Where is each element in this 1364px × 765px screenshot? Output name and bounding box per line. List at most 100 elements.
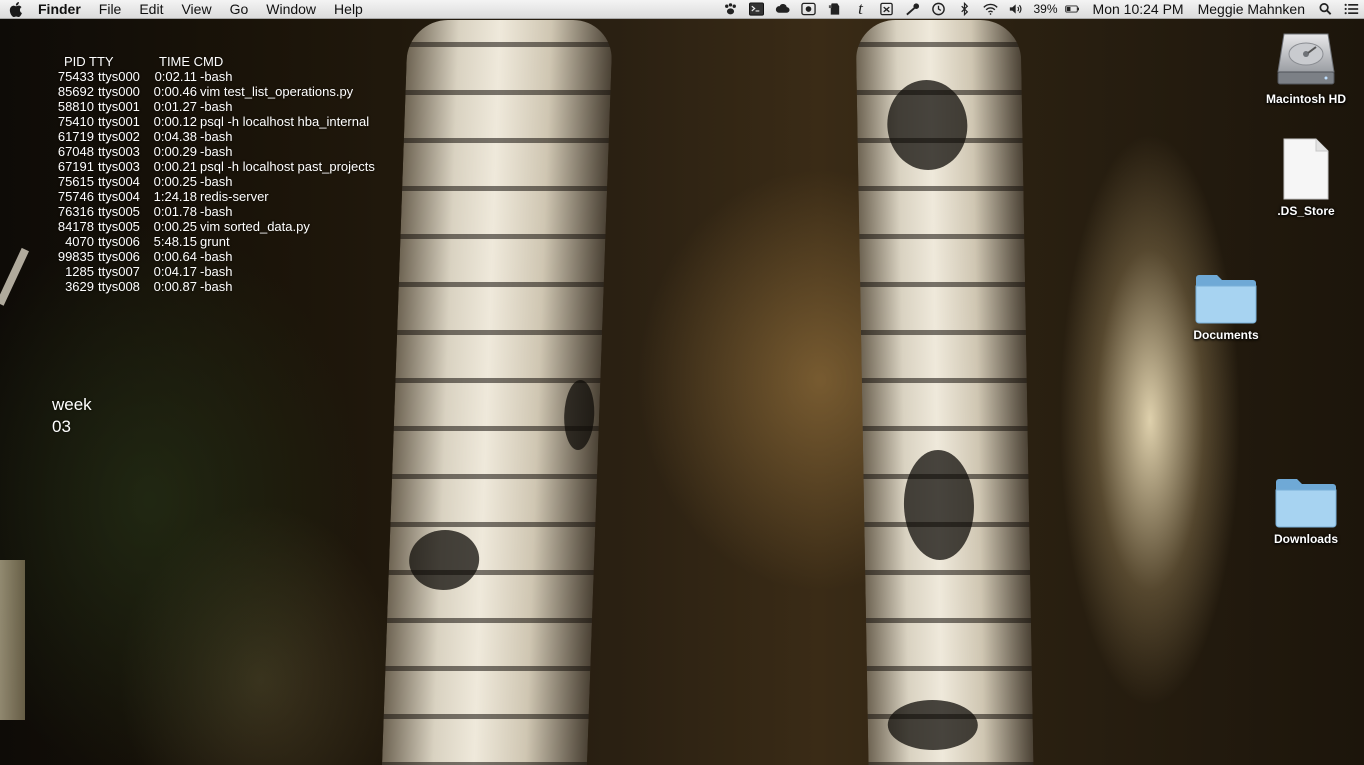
header-time-cmd: TIME CMD bbox=[159, 54, 224, 69]
process-cmd: vim test_list_operations.py bbox=[200, 84, 354, 99]
process-pid: 61719 bbox=[57, 129, 94, 144]
folder-icon bbox=[1251, 466, 1361, 528]
process-pid: 75615 bbox=[57, 174, 94, 189]
terminal-icon[interactable] bbox=[747, 0, 767, 18]
process-row: 67191 ttys003 0:00.21 psql -h localhost pas… bbox=[56, 159, 375, 174]
process-cmd: -bash bbox=[200, 249, 233, 264]
process-pid: 4070 bbox=[65, 234, 94, 249]
bluetooth-icon[interactable] bbox=[955, 0, 975, 18]
menu-help[interactable]: Help bbox=[325, 0, 372, 18]
process-cmd: -bash bbox=[200, 69, 233, 84]
process-tty: ttys001 bbox=[98, 114, 140, 129]
process-row: 61719 ttys002 0:04.38 -bash bbox=[56, 129, 375, 144]
process-tty: ttys000 bbox=[98, 84, 140, 99]
process-row: 4070 ttys006 5:48.15 grunt bbox=[56, 234, 375, 249]
time-machine-icon[interactable] bbox=[929, 0, 949, 18]
typewriter-t-icon[interactable]: t bbox=[851, 0, 871, 18]
week-number: 03 bbox=[52, 417, 71, 436]
menu-go[interactable]: Go bbox=[221, 0, 258, 18]
wallpaper-sliver bbox=[0, 560, 25, 720]
process-pid: 67191 bbox=[57, 159, 94, 174]
process-tty: ttys006 bbox=[98, 234, 140, 249]
process-list-widget: PID TTY TIME CMD 75433 ttys000 0:02.11 -bas… bbox=[56, 54, 375, 294]
process-cmd: -bash bbox=[200, 99, 233, 114]
process-pid: 85692 bbox=[57, 84, 94, 99]
process-time: 0:00.46 bbox=[153, 84, 197, 99]
process-row: 1285 ttys007 0:04.17 -bash bbox=[56, 264, 375, 279]
process-cmd: psql -h localhost hba_internal bbox=[200, 114, 370, 129]
process-pid: 1285 bbox=[65, 264, 94, 279]
week-label: week bbox=[52, 395, 92, 414]
battery-icon[interactable] bbox=[1063, 0, 1083, 18]
desktop-icon-label: Macintosh HD bbox=[1265, 92, 1346, 106]
wifi-icon[interactable] bbox=[981, 0, 1001, 18]
cloud-icon[interactable] bbox=[773, 0, 793, 18]
hard-drive-icon bbox=[1251, 28, 1361, 88]
process-time: 0:00.25 bbox=[153, 174, 197, 189]
menu-window[interactable]: Window bbox=[257, 0, 325, 18]
desktop-icon-downloads[interactable]: Downloads bbox=[1251, 466, 1361, 546]
process-time: 0:00.29 bbox=[153, 144, 197, 159]
status-tray: t 39% Mon 10:24 PM Meggie Mahnken bbox=[718, 0, 1364, 18]
evernote-icon[interactable] bbox=[825, 0, 845, 18]
key-icon[interactable] bbox=[903, 0, 923, 18]
desktop-icon-ds-store[interactable]: .DS_Store bbox=[1251, 136, 1361, 218]
process-tty: ttys008 bbox=[98, 279, 140, 294]
process-time: 0:00.12 bbox=[153, 114, 197, 129]
process-pid: 99835 bbox=[57, 249, 94, 264]
menu-view[interactable]: View bbox=[172, 0, 220, 18]
process-tty: ttys000 bbox=[98, 69, 140, 84]
process-tty: ttys004 bbox=[98, 174, 140, 189]
process-cmd: vim sorted_data.py bbox=[200, 219, 310, 234]
spotlight-search-icon[interactable] bbox=[1315, 0, 1335, 18]
process-row: 84178 ttys005 0:00.25 vim sorted_data.py bbox=[56, 219, 375, 234]
process-tty: ttys004 bbox=[98, 189, 140, 204]
process-row: 75615 ttys004 0:00.25 -bash bbox=[56, 174, 375, 189]
process-row: 67048 ttys003 0:00.29 -bash bbox=[56, 144, 375, 159]
process-cmd: -bash bbox=[200, 204, 233, 219]
process-pid: 58810 bbox=[57, 99, 94, 114]
process-tty: ttys006 bbox=[98, 249, 140, 264]
process-cmd: grunt bbox=[200, 234, 230, 249]
process-tty: ttys002 bbox=[98, 129, 140, 144]
birch-trunk-right bbox=[855, 20, 1034, 765]
record-icon[interactable] bbox=[799, 0, 819, 18]
menu-app-finder[interactable]: Finder bbox=[32, 0, 90, 18]
process-time: 0:00.25 bbox=[153, 219, 197, 234]
menu-file[interactable]: File bbox=[90, 0, 131, 18]
process-row: 75746 ttys004 1:24.18 redis-server bbox=[56, 189, 375, 204]
process-time: 0:00.64 bbox=[153, 249, 197, 264]
battery-percent[interactable]: 39% bbox=[1030, 0, 1060, 18]
folder-icon bbox=[1171, 262, 1281, 324]
process-time: 1:24.18 bbox=[153, 189, 197, 204]
menubar-user-name[interactable]: Meggie Mahnken bbox=[1191, 0, 1312, 18]
week-widget: week 03 bbox=[52, 394, 92, 438]
desktop-icon-label: Documents bbox=[1193, 328, 1259, 342]
process-tty: ttys005 bbox=[98, 204, 140, 219]
desktop-icon-macintosh-hd[interactable]: Macintosh HD bbox=[1251, 28, 1361, 106]
menu-edit[interactable]: Edit bbox=[130, 0, 172, 18]
process-cmd: -bash bbox=[200, 264, 233, 279]
process-list-header: PID TTY TIME CMD bbox=[56, 54, 375, 69]
branch-shape bbox=[0, 247, 29, 306]
process-row: 99835 ttys006 0:00.64 -bash bbox=[56, 249, 375, 264]
desktop-icon-label: .DS_Store bbox=[1277, 204, 1335, 218]
process-tty: ttys001 bbox=[98, 99, 140, 114]
apple-menu-icon[interactable] bbox=[0, 0, 32, 18]
process-pid: 75433 bbox=[57, 69, 94, 84]
desktop-icon-documents[interactable]: Documents bbox=[1171, 262, 1281, 342]
process-time: 0:01.78 bbox=[153, 204, 197, 219]
notification-center-icon[interactable] bbox=[1341, 0, 1361, 18]
process-time: 0:00.87 bbox=[153, 279, 197, 294]
process-tty: ttys007 bbox=[98, 264, 140, 279]
menubar-clock[interactable]: Mon 10:24 PM bbox=[1086, 0, 1191, 18]
paw-icon[interactable] bbox=[721, 0, 741, 18]
process-cmd: -bash bbox=[200, 144, 233, 159]
header-pid-tty: PID TTY bbox=[64, 54, 114, 69]
desktop-icon-label: Downloads bbox=[1273, 532, 1338, 546]
volume-icon[interactable] bbox=[1007, 0, 1027, 18]
process-time: 0:00.21 bbox=[153, 159, 197, 174]
process-time: 0:02.11 bbox=[154, 69, 197, 84]
process-row: 76316 ttys005 0:01.78 -bash bbox=[56, 204, 375, 219]
clipboard-icon[interactable] bbox=[877, 0, 897, 18]
